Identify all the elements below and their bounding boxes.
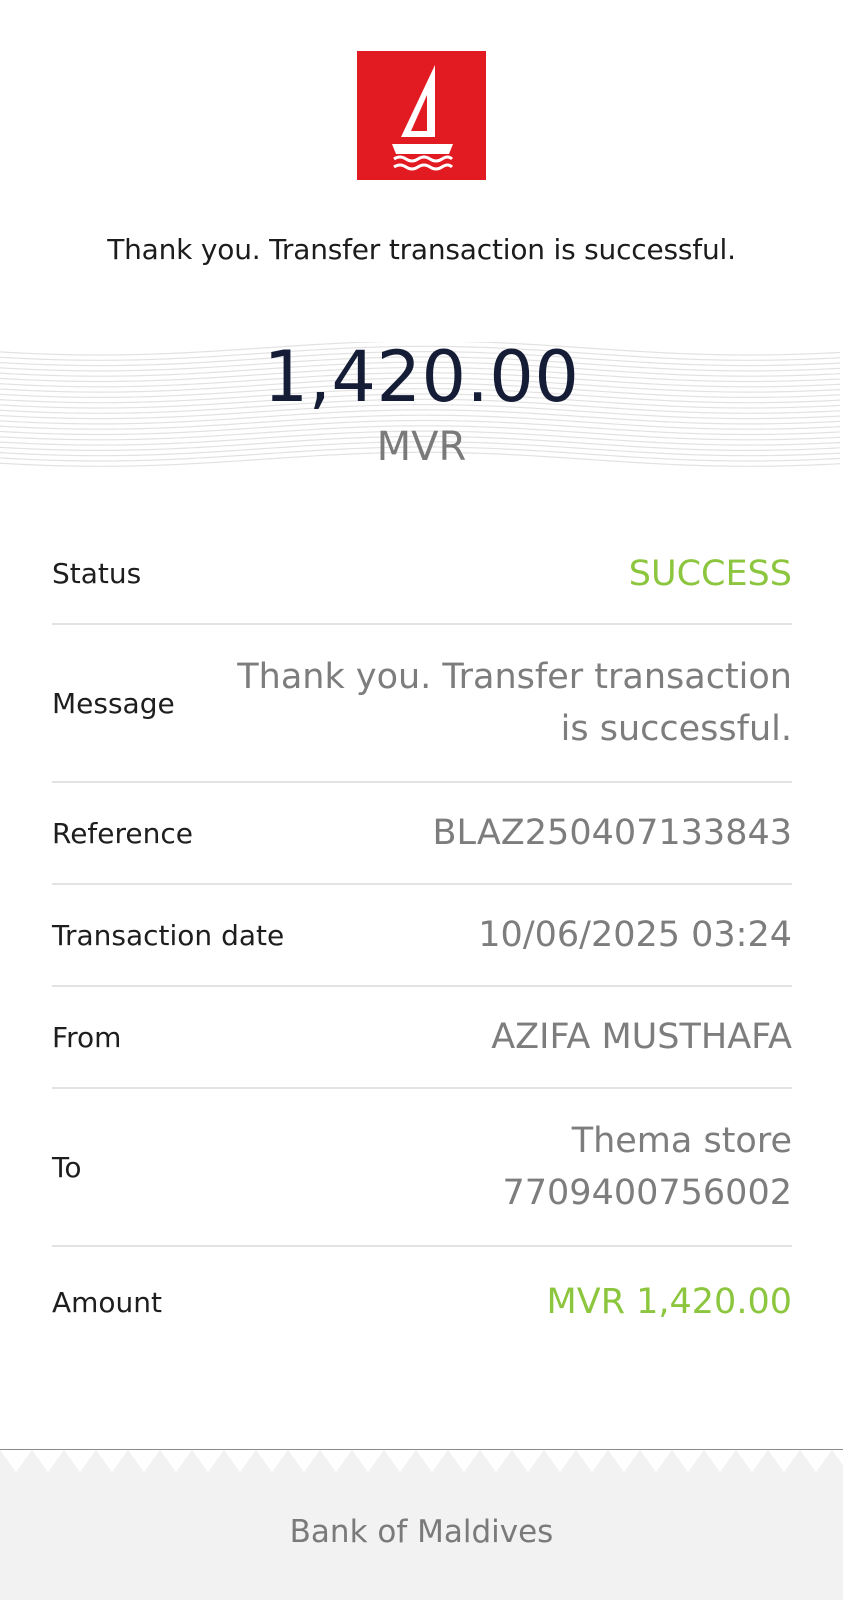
message-value-line1: Thank you. Transfer transaction (237, 657, 792, 697)
status-row: Status SUCCESS (52, 524, 792, 625)
amount-label: Amount (52, 1285, 163, 1319)
success-headline: Thank you. Transfer transaction is succe… (107, 233, 736, 266)
transfer-currency: MVR (376, 424, 467, 470)
message-value: Thank you. Transfer transaction is succe… (237, 651, 792, 755)
reference-label: Reference (52, 816, 193, 850)
message-value-line2: is successful. (560, 709, 792, 749)
from-value: AZIFA MUSTHAFA (491, 1017, 792, 1057)
sailboat-icon (392, 65, 454, 171)
status-value: SUCCESS (628, 553, 792, 594)
transaction-date-row: Transaction date 10/06/2025 03:24 (52, 885, 792, 987)
from-row: From AZIFA MUSTHAFA (52, 987, 792, 1089)
receipt-footer: Bank of Maldives (0, 1449, 843, 1600)
amount-row: Amount MVR 1,420.00 (52, 1247, 792, 1357)
to-value-name: Thema store (571, 1121, 792, 1161)
reference-row: Reference BLAZ250407133843 (52, 783, 792, 885)
to-label: To (52, 1150, 82, 1184)
bank-logo (357, 51, 486, 180)
message-label: Message (52, 686, 175, 720)
transfer-amount: 1,420.00 (263, 336, 580, 418)
reference-value: BLAZ250407133843 (432, 813, 792, 853)
status-label: Status (52, 557, 142, 590)
message-row: Message Thank you. Transfer transaction … (52, 625, 792, 783)
transaction-date-label: Transaction date (52, 918, 285, 952)
to-row: To Thema store 7709400756002 (52, 1089, 792, 1247)
from-label: From (52, 1020, 122, 1054)
to-value: Thema store 7709400756002 (503, 1115, 793, 1219)
bank-name: Bank of Maldives (289, 1514, 554, 1550)
amount-value: MVR 1,420.00 (546, 1282, 792, 1322)
transaction-details: Status SUCCESS Message Thank you. Transf… (52, 524, 792, 1357)
to-value-account: 7709400756002 (502, 1173, 793, 1213)
zigzag-edge (0, 1450, 843, 1472)
transaction-date-value: 10/06/2025 03:24 (478, 915, 792, 955)
